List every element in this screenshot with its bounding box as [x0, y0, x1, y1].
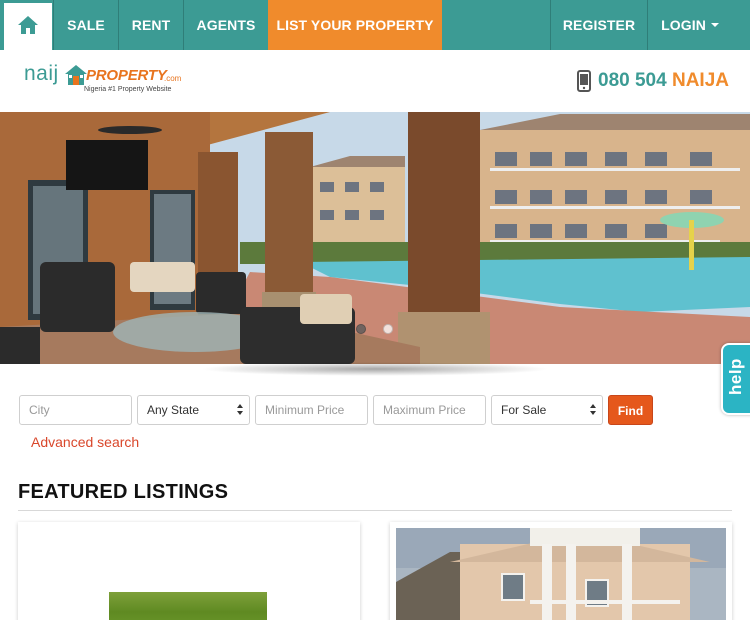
advanced-search-link[interactable]: Advanced search	[31, 434, 139, 450]
logo-house-icon	[65, 65, 87, 85]
hero-shadow	[200, 362, 550, 376]
logo-property-text: PROPERTY	[86, 67, 167, 84]
top-navbar: SALE RENT AGENTS LIST YOUR PROPERTY REGI…	[0, 0, 750, 50]
caret-down-icon	[710, 23, 719, 28]
nav-list-your-property[interactable]: LIST YOUR PROPERTY	[268, 0, 442, 50]
min-price-input[interactable]: Minimum Price	[255, 395, 368, 425]
nav-login-label: LOGIN	[661, 17, 706, 33]
select-arrows-icon	[590, 404, 596, 416]
nav-agents[interactable]: AGENTS	[184, 0, 268, 50]
phone-word: NAIJA	[671, 70, 729, 91]
hero-slideshow[interactable]	[0, 112, 750, 364]
nav-sale[interactable]: SALE	[54, 0, 118, 50]
nav-register[interactable]: REGISTER	[551, 0, 647, 50]
home-button[interactable]	[4, 0, 52, 50]
listing-type-select[interactable]: For Sale	[491, 395, 603, 425]
listing-image	[109, 592, 267, 620]
home-icon	[18, 16, 38, 34]
logo-naij-text: naij	[24, 62, 59, 85]
state-select[interactable]: Any State	[137, 395, 250, 425]
hero-image	[0, 112, 750, 364]
phone-number[interactable]: 080 504 NAIJA	[598, 70, 729, 92]
listing-type-value: For Sale	[501, 403, 547, 417]
select-arrows-icon	[237, 404, 243, 416]
nav-login-dropdown[interactable]: LOGIN	[648, 0, 732, 50]
slide-dot-2[interactable]	[383, 324, 393, 334]
city-input[interactable]: City	[19, 395, 132, 425]
listing-card[interactable]	[18, 522, 360, 620]
logo-com-text: .com	[164, 74, 182, 83]
featured-listings-heading: FEATURED LISTINGS	[18, 481, 229, 503]
phone-digits: 080 504	[598, 70, 667, 91]
mobile-phone-icon	[577, 70, 591, 92]
site-logo[interactable]: naij PROPERTY .com Nigeria #1 Property W…	[24, 62, 194, 100]
logo-tagline: Nigeria #1 Property Website	[84, 86, 172, 93]
listing-card[interactable]	[390, 522, 732, 620]
nav-rent[interactable]: RENT	[119, 0, 183, 50]
featured-divider	[18, 510, 732, 511]
help-tab[interactable]: help	[721, 343, 750, 415]
listing-image	[396, 528, 726, 620]
find-button[interactable]: Find	[608, 395, 653, 425]
slide-dot-1[interactable]	[356, 324, 366, 334]
state-select-value: Any State	[147, 403, 200, 417]
help-label: help	[726, 358, 745, 395]
max-price-input[interactable]: Maximum Price	[373, 395, 486, 425]
